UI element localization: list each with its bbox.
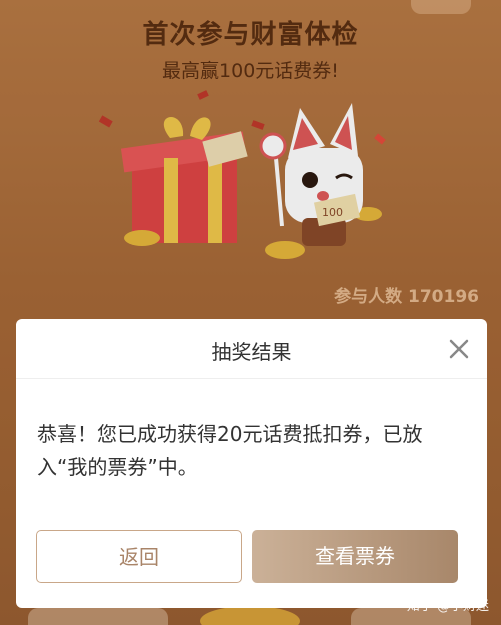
view-vouchers-button[interactable]: 查看票券: [252, 530, 458, 583]
back-button[interactable]: 返回: [36, 530, 242, 583]
dialog-header: 抽奖结果: [16, 319, 487, 379]
close-button[interactable]: [445, 335, 473, 363]
result-dialog: 抽奖结果 恭喜！您已成功获得20元话费抵扣券，已放入“我的票券”中。 返回 查看…: [16, 319, 487, 608]
dialog-message: 恭喜！您已成功获得20元话费抵扣券，已放入“我的票券”中。: [37, 422, 423, 479]
dialog-title: 抽奖结果: [211, 340, 292, 364]
watermark: 知乎 @小财迷: [406, 599, 489, 614]
close-icon: [449, 339, 469, 359]
